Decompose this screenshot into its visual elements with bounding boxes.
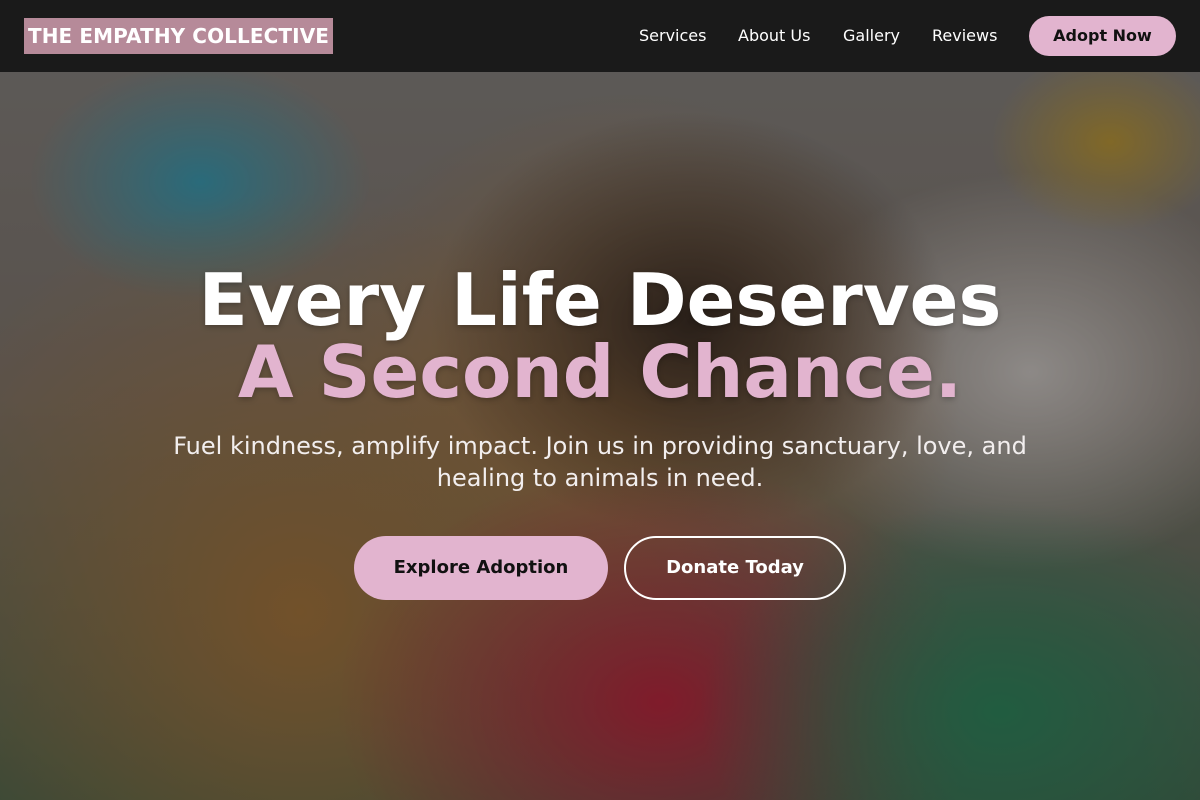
hero-headline-accent: A Second Chance. — [237, 330, 963, 414]
explore-adoption-button[interactable]: Explore Adoption — [354, 536, 608, 600]
donate-today-button[interactable]: Donate Today — [624, 536, 846, 600]
hero-headline: Every Life Deserves — [198, 258, 1002, 342]
nav-link-about-us[interactable]: About Us — [738, 24, 810, 48]
adopt-now-button[interactable]: Adopt Now — [1029, 16, 1176, 56]
nav-link-gallery[interactable]: Gallery — [843, 24, 900, 48]
nav-link-reviews[interactable]: Reviews — [932, 24, 997, 48]
hero-subtext: Fuel kindness, amplify impact. Join us i… — [173, 432, 1027, 492]
nav-link-services[interactable]: Services — [639, 24, 706, 48]
top-navigation-bar: THE EMPATHY COLLECTIVE Services About Us… — [0, 0, 1200, 72]
brand-logo[interactable]: THE EMPATHY COLLECTIVE — [24, 18, 333, 54]
hero-section: Every Life Deserves A Second Chance. Fue… — [0, 72, 1200, 800]
